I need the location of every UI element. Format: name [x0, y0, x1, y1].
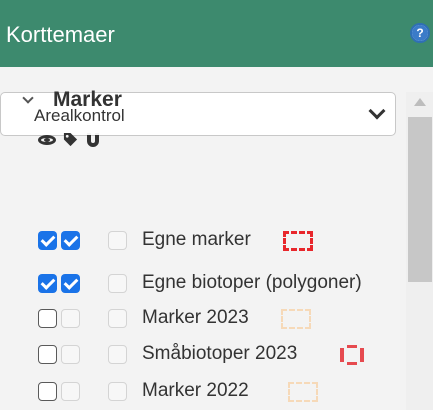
layer-row: Egne biotoper (polygoner)	[38, 271, 418, 297]
snap-checkbox[interactable]	[108, 274, 127, 293]
visibility-checkbox[interactable]	[38, 309, 57, 328]
panel-header: Korttemaer	[0, 0, 433, 67]
layer-style-swatch	[283, 231, 313, 251]
layer-label: Småbiotoper 2023	[142, 343, 298, 364]
scroll-thumb[interactable]	[408, 117, 432, 282]
layer-row: Marker 2023	[38, 306, 418, 332]
layer-label: Marker 2023	[142, 307, 249, 328]
help-icon[interactable]	[410, 23, 430, 43]
layer-style-swatch	[288, 382, 318, 402]
snap-checkbox[interactable]	[108, 231, 127, 250]
layer-label: Marker 2022	[142, 380, 249, 401]
layer-row: Småbiotoper 2023	[38, 342, 418, 368]
layer-row: Marker 2022	[38, 379, 418, 405]
layer-label: Egne marker	[142, 229, 251, 250]
label-checkbox[interactable]	[61, 382, 80, 401]
visibility-checkbox[interactable]	[38, 382, 57, 401]
scroll-up-arrow-icon[interactable]	[414, 98, 426, 106]
label-checkbox[interactable]	[61, 231, 80, 250]
visibility-checkbox[interactable]	[38, 231, 57, 250]
layer-label: Egne biotoper (polygoner)	[142, 272, 362, 293]
layer-style-swatch	[281, 309, 311, 329]
visibility-checkbox[interactable]	[38, 274, 57, 293]
group-title: Marker	[53, 88, 122, 111]
tag-icon	[63, 132, 78, 147]
snap-checkbox[interactable]	[108, 345, 127, 364]
eye-icon	[38, 135, 56, 145]
label-checkbox[interactable]	[61, 345, 80, 364]
magnet-icon	[87, 133, 99, 147]
chevron-down-icon	[368, 102, 386, 120]
layer-style-swatch	[340, 345, 364, 365]
label-checkbox[interactable]	[61, 274, 80, 293]
layer-row: Egne marker	[38, 228, 418, 254]
label-checkbox[interactable]	[61, 309, 80, 328]
snap-checkbox[interactable]	[108, 382, 127, 401]
panel-title: Korttemaer	[6, 22, 115, 47]
visibility-checkbox[interactable]	[38, 345, 57, 364]
snap-checkbox[interactable]	[108, 309, 127, 328]
